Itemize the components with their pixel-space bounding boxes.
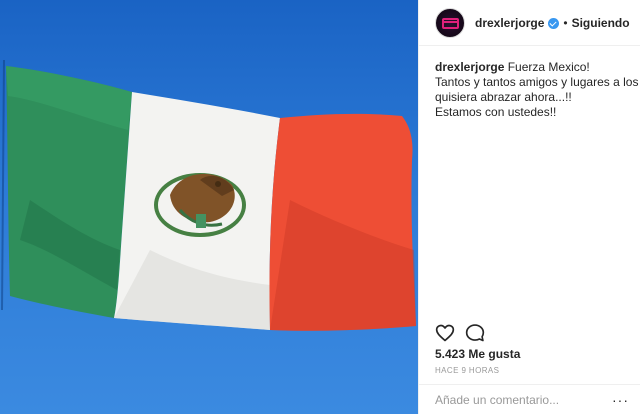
more-options-icon[interactable]: ··· xyxy=(612,392,629,408)
avatar[interactable] xyxy=(435,7,465,38)
separator-dot: • xyxy=(563,15,568,30)
caption-line-1: Fuerza Mexico! xyxy=(507,60,590,74)
comment-input[interactable] xyxy=(435,392,605,407)
post-caption: drexlerjorge Fuerza Mexico! Tantos y tan… xyxy=(435,60,640,120)
caption-line-4: Estamos con ustedes!! xyxy=(435,105,557,119)
post-photo[interactable] xyxy=(0,0,418,414)
post-timestamp[interactable]: HACE 9 HORAS xyxy=(435,366,499,375)
caption-username[interactable]: drexlerjorge xyxy=(435,60,504,74)
post-side-panel: drexlerjorge • Siguiendo drexlerjorge Fu… xyxy=(418,0,640,414)
like-count[interactable]: 5.423 Me gusta xyxy=(435,347,520,361)
author-username[interactable]: drexlerjorge xyxy=(475,16,544,30)
comment-bar: ··· xyxy=(419,384,640,414)
post-header: drexlerjorge • Siguiendo xyxy=(419,0,640,46)
post-actions xyxy=(435,322,485,344)
comment-icon[interactable] xyxy=(465,323,485,343)
heart-icon[interactable] xyxy=(435,323,455,343)
following-button[interactable]: Siguiendo xyxy=(572,16,630,30)
mexican-flag-image xyxy=(1,59,416,331)
verified-badge-icon xyxy=(548,18,560,29)
caption-line-3: quisiera abrazar ahora...!! xyxy=(435,90,572,104)
caption-line-2: Tantos y tantos amigos y lugares a los q… xyxy=(435,75,640,89)
